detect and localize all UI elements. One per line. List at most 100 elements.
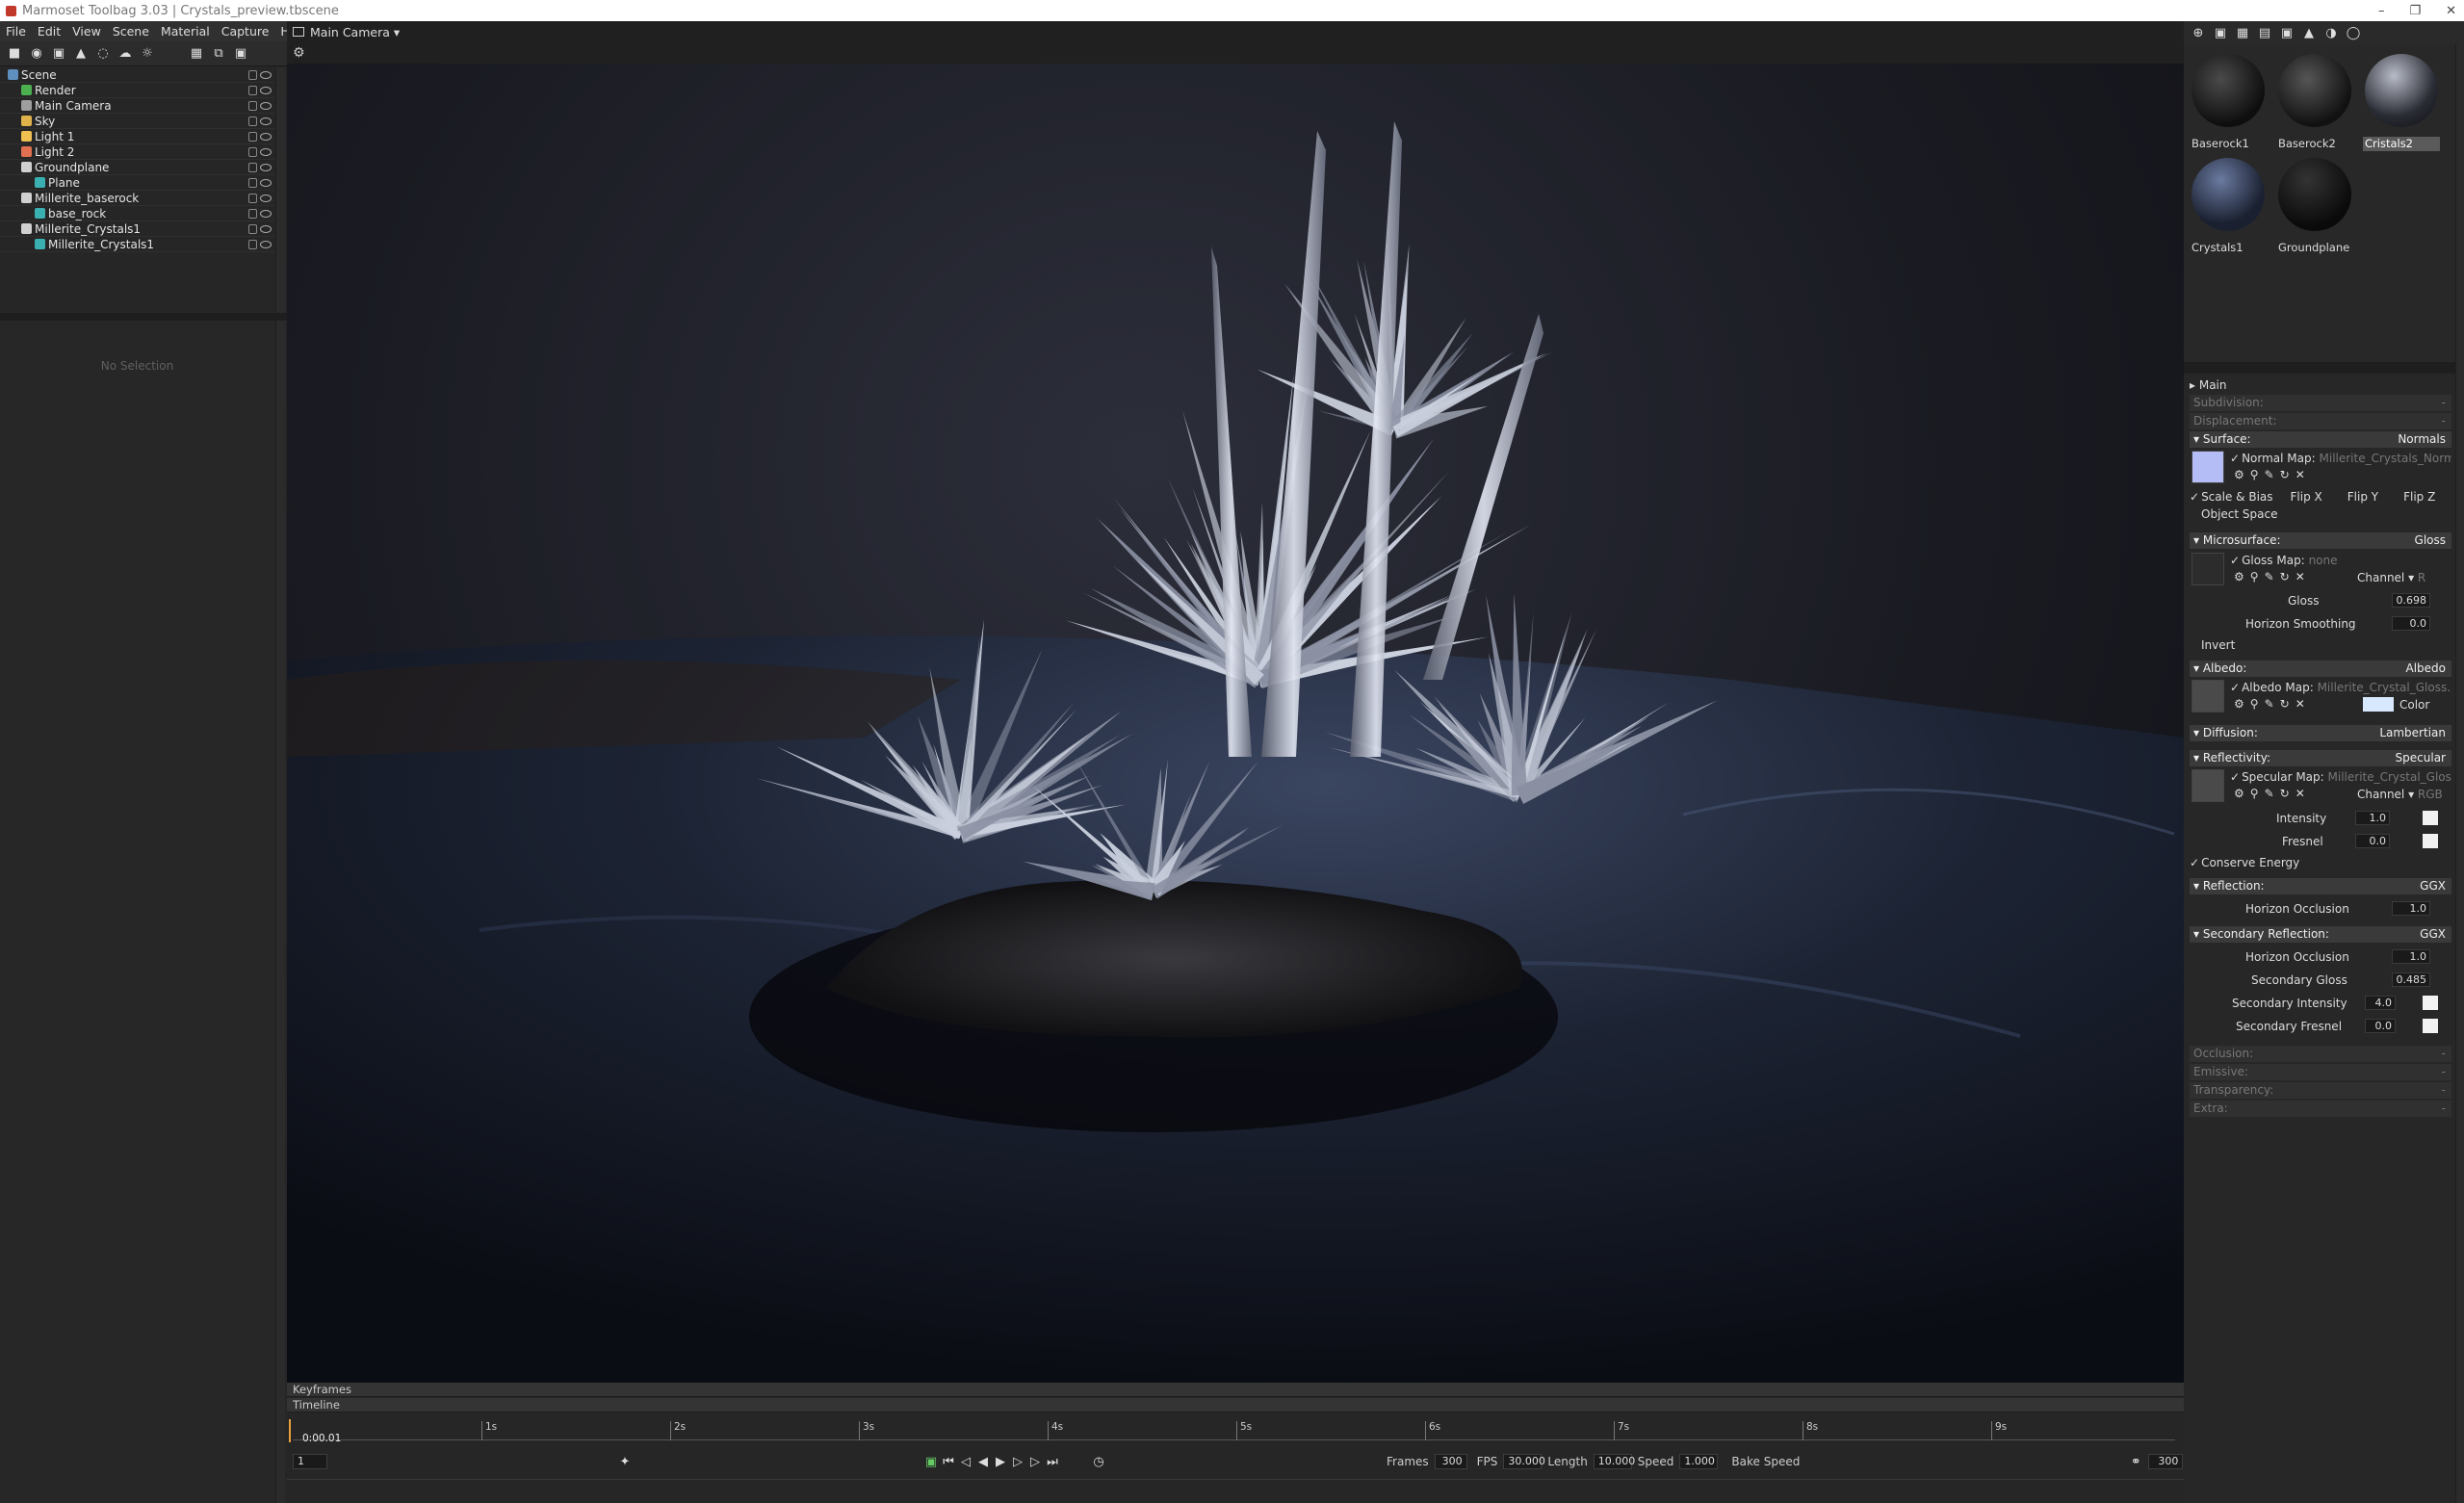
gear-icon[interactable]: ⚙ (2234, 570, 2244, 583)
add-sky-icon[interactable]: ☼ (139, 45, 156, 63)
material-tile[interactable]: Cristals2 (2361, 50, 2442, 154)
object-space-checkbox[interactable]: Object Space (2201, 506, 2463, 522)
frames-field[interactable]: 300 (1434, 1454, 1467, 1469)
duplicate-material-icon[interactable]: ▣ (2212, 24, 2229, 41)
outliner-item[interactable]: Light 2 (0, 144, 274, 160)
outliner-item[interactable]: base_rock (0, 206, 274, 221)
visibility-eye-icon[interactable] (260, 102, 272, 110)
flip-y-checkbox[interactable]: Flip Y (2347, 490, 2378, 504)
horizon-occlusion-field[interactable]: 1.0 (2392, 901, 2430, 916)
normal-map-checkbox[interactable] (2230, 452, 2242, 465)
reload-icon[interactable]: ↻ (2280, 570, 2290, 583)
step-forward-icon[interactable]: ▷ (1009, 1453, 1026, 1470)
diffusion-header[interactable]: ▾ Diffusion: Lambertian (2190, 725, 2451, 741)
time-ruler[interactable]: 1s 2s 3s 4s 5s 6s 7s 8s 9s (293, 1421, 2175, 1440)
menu-material[interactable]: Material (155, 24, 216, 39)
skip-end-icon[interactable]: ⏭ (1044, 1453, 1061, 1470)
pencil-icon[interactable]: ✎ (2265, 468, 2274, 481)
step-back-icon[interactable]: ◀ (974, 1453, 992, 1470)
fresnel-field[interactable]: 0.0 (2355, 834, 2390, 848)
add-turntable-icon[interactable]: ◌ (94, 45, 112, 63)
specular-map-checkbox[interactable] (2230, 770, 2242, 784)
outliner-item[interactable]: Groundplane (0, 160, 274, 175)
properties-scrollbar[interactable] (275, 321, 285, 1503)
visibility-eye-icon[interactable] (260, 87, 272, 94)
search-icon[interactable]: ⚲ (2250, 697, 2259, 711)
reload-icon[interactable]: ↻ (2280, 468, 2290, 481)
material-tile[interactable]: Crystals1 (2188, 154, 2269, 258)
specular-map-file[interactable]: Millerite_Crystal_Gloss.png (2328, 770, 2451, 784)
gear-icon[interactable]: ⚙ (2234, 697, 2244, 711)
lock-icon[interactable] (248, 224, 257, 234)
visibility-eye-icon[interactable] (260, 179, 272, 187)
microsurface-header[interactable]: ▾ Microsurface: Gloss (2190, 532, 2451, 549)
visibility-eye-icon[interactable] (260, 133, 272, 141)
menu-scene[interactable]: Scene (107, 24, 155, 39)
gloss-map-file[interactable]: none (2309, 554, 2338, 567)
add-light-icon[interactable]: ◉ (28, 45, 45, 63)
secondary-gloss-field[interactable]: 0.485 (2392, 972, 2430, 987)
maximize-button[interactable]: ❐ (2409, 4, 2421, 18)
secondary-reflection-mode[interactable]: GGX (2420, 926, 2446, 943)
flip-z-checkbox[interactable]: Flip Z (2403, 490, 2435, 504)
visibility-eye-icon[interactable] (260, 225, 272, 233)
gear-icon[interactable]: ⚙ (2234, 787, 2244, 800)
gloss-channel-row[interactable]: Channel ▾ R (2357, 570, 2453, 585)
material-grid-icon[interactable]: ▦ (2234, 24, 2251, 41)
add-fog-icon[interactable]: ☁ (117, 45, 134, 63)
outliner-scrollbar[interactable] (275, 67, 285, 313)
current-frame-field[interactable]: 1 (293, 1454, 327, 1469)
specular-channel-row[interactable]: Channel ▾ RGB (2357, 787, 2453, 802)
lock-icon[interactable] (248, 147, 257, 157)
transparency-header[interactable]: Transparency: - (2190, 1082, 2451, 1099)
visibility-eye-icon[interactable] (260, 241, 272, 248)
visibility-eye-icon[interactable] (260, 148, 272, 156)
surface-header[interactable]: ▾ Surface: Normals (2190, 431, 2451, 448)
add-object-icon[interactable]: ■ (6, 45, 23, 63)
normal-map-file[interactable]: Millerite_Crystals_Normals (2320, 452, 2452, 465)
secondary-fresnel-swatch[interactable] (2423, 1019, 2438, 1033)
picker-icon[interactable]: ▲ (2300, 24, 2318, 41)
timeline-bar[interactable]: Timeline (287, 1398, 2184, 1412)
gear-icon[interactable]: ⚙ (2234, 468, 2244, 481)
albedo-map-file[interactable]: Millerite_Crystal_Gloss.png (2318, 681, 2451, 694)
pencil-icon[interactable]: ✎ (2265, 570, 2274, 583)
play-icon[interactable]: ▶ (992, 1453, 1009, 1470)
intensity-color-swatch[interactable] (2423, 811, 2438, 825)
flip-x-checkbox[interactable]: Flip X (2291, 490, 2322, 504)
displacement-header[interactable]: Displacement: - (2190, 413, 2451, 429)
scale-bias-checkbox[interactable] (2190, 490, 2201, 504)
horizon-smoothing-field[interactable]: 0.0 (2392, 616, 2430, 631)
specular-map-slot[interactable] (2192, 769, 2224, 802)
pencil-icon[interactable]: ✎ (2265, 787, 2274, 800)
diffusion-mode[interactable]: Lambertian (2379, 725, 2446, 741)
keyframes-bar[interactable]: Keyframes (287, 1383, 2184, 1397)
gloss-map-slot[interactable] (2192, 553, 2224, 585)
secondary-fresnel-field[interactable]: 0.0 (2365, 1019, 2396, 1033)
outliner-item[interactable]: Light 1 (0, 129, 274, 144)
length-field[interactable]: 10.000 (1593, 1454, 1635, 1469)
lock-icon[interactable] (248, 132, 257, 142)
search-icon[interactable]: ⚲ (2250, 468, 2259, 481)
outliner-item[interactable]: Render (0, 83, 274, 98)
normal-map-slot[interactable] (2192, 451, 2224, 483)
prev-key-icon[interactable]: ◁ (957, 1453, 974, 1470)
outliner-item[interactable]: Plane (0, 175, 274, 191)
material-tile[interactable]: Baserock1 (2188, 50, 2269, 154)
close-button[interactable]: ✕ (2446, 4, 2456, 18)
outliner-item[interactable]: Millerite_Crystals1 (0, 237, 274, 252)
material-tile[interactable]: Baserock2 (2274, 50, 2355, 154)
camera-selector[interactable]: Main Camera ▾ (310, 25, 400, 39)
albedo-header[interactable]: ▾ Albedo: Albedo (2190, 661, 2451, 677)
albedo-mode[interactable]: Albedo (2405, 661, 2446, 677)
lock-icon[interactable] (248, 194, 257, 203)
search-icon[interactable]: ⚲ (2250, 570, 2259, 583)
lock-icon[interactable] (248, 86, 257, 95)
link-icon[interactable]: ⚭ (2127, 1453, 2144, 1470)
visibility-eye-icon[interactable] (260, 210, 272, 218)
delete-material-icon[interactable]: ▣ (2278, 24, 2295, 41)
bake-speed-button[interactable]: Bake Speed (1731, 1455, 1800, 1468)
end-frame-field[interactable]: 300 (2148, 1454, 2184, 1469)
material-tile[interactable]: Groundplane (2274, 154, 2355, 258)
close-icon[interactable]: ✕ (2295, 697, 2305, 711)
